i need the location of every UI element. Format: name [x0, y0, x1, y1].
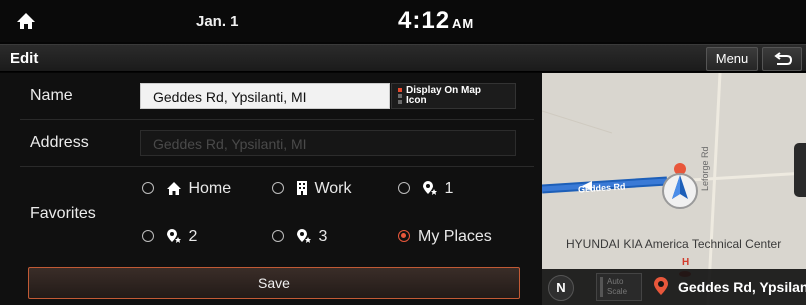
- divider: [20, 119, 534, 120]
- favorite-option-label: 3: [318, 228, 328, 245]
- favorite-option-label: 2: [188, 228, 198, 245]
- favorite-option-work[interactable]: Work: [272, 179, 352, 199]
- page-title: Edit: [10, 50, 39, 67]
- clock-time: 4:12: [398, 7, 451, 34]
- auto-scale-indicator: [600, 277, 603, 297]
- favorite-option-2[interactable]: 2: [142, 227, 197, 247]
- favorite-pin-icon: [296, 228, 312, 250]
- divider: [20, 166, 534, 167]
- map-view[interactable]: H Geddes Rd Leforge Rd HYUNDAI KIA Ameri…: [542, 73, 806, 305]
- name-label: Name: [30, 87, 73, 104]
- clock-display: 4:12 AM: [398, 7, 474, 35]
- home-icon: [166, 181, 182, 202]
- title-bar: Edit Menu: [0, 44, 806, 72]
- favorite-pin-icon: [166, 228, 182, 250]
- save-button[interactable]: Save: [28, 267, 520, 299]
- destination-name[interactable]: Geddes Rd, Ypsilan: [678, 279, 806, 295]
- radio-circle: [398, 182, 410, 194]
- address-input[interactable]: Geddes Rd, Ypsilanti, MI: [140, 130, 516, 156]
- favorite-option-label: Home: [188, 180, 232, 197]
- back-button[interactable]: [762, 47, 802, 71]
- name-input[interactable]: Geddes Rd, Ypsilanti, MI: [140, 83, 390, 109]
- edit-form: Name Geddes Rd, Ypsilanti, MI Display On…: [0, 73, 542, 305]
- menu-button[interactable]: Menu: [706, 47, 758, 71]
- display-on-map-icon-button[interactable]: Display On Map Icon: [391, 83, 516, 109]
- map-footer: N Auto Scale Geddes Rd, Ypsilan: [542, 269, 806, 305]
- favorite-option-home[interactable]: Home: [142, 179, 231, 199]
- cross-road-label: Leforge Rd: [700, 146, 710, 191]
- radio-circle: [272, 230, 284, 242]
- favorite-option-label: Work: [314, 180, 352, 197]
- display-on-map-icon-label: Icon: [406, 95, 427, 106]
- favorite-option-1[interactable]: 1: [398, 179, 453, 199]
- date-display: Jan. 1: [196, 13, 239, 30]
- poi-label: HYUNDAI KIA America Technical Center: [566, 237, 782, 251]
- radio-circle: [142, 230, 154, 242]
- favorite-option-label: 1: [444, 180, 454, 197]
- map-side-tab[interactable]: [794, 143, 806, 197]
- favorite-pin-icon: [422, 180, 438, 202]
- favorite-option-label: My Places: [418, 228, 492, 245]
- auto-scale-button[interactable]: Auto Scale: [596, 273, 642, 301]
- address-label: Address: [30, 134, 89, 151]
- svg-text:H: H: [682, 257, 689, 268]
- radio-circle-checked: [398, 230, 410, 242]
- radio-circle: [142, 182, 154, 194]
- north-up-button[interactable]: N: [548, 275, 574, 301]
- home-icon[interactable]: [14, 9, 38, 33]
- auto-scale-label: Auto: [607, 277, 624, 286]
- back-arrow-icon: [774, 52, 793, 65]
- favorites-label: Favorites: [30, 205, 96, 222]
- status-bar: Jan. 1 4:12 AM: [0, 0, 806, 42]
- radio-circle: [272, 182, 284, 194]
- favorite-option-my-places[interactable]: My Places: [398, 227, 492, 247]
- building-icon: [296, 180, 308, 202]
- clock-ampm: AM: [452, 16, 475, 31]
- favorite-option-3[interactable]: 3: [272, 227, 327, 247]
- destination-pin-icon: [654, 277, 668, 295]
- auto-scale-label-2: Scale: [607, 287, 628, 296]
- icon-level-indicator: [398, 88, 402, 106]
